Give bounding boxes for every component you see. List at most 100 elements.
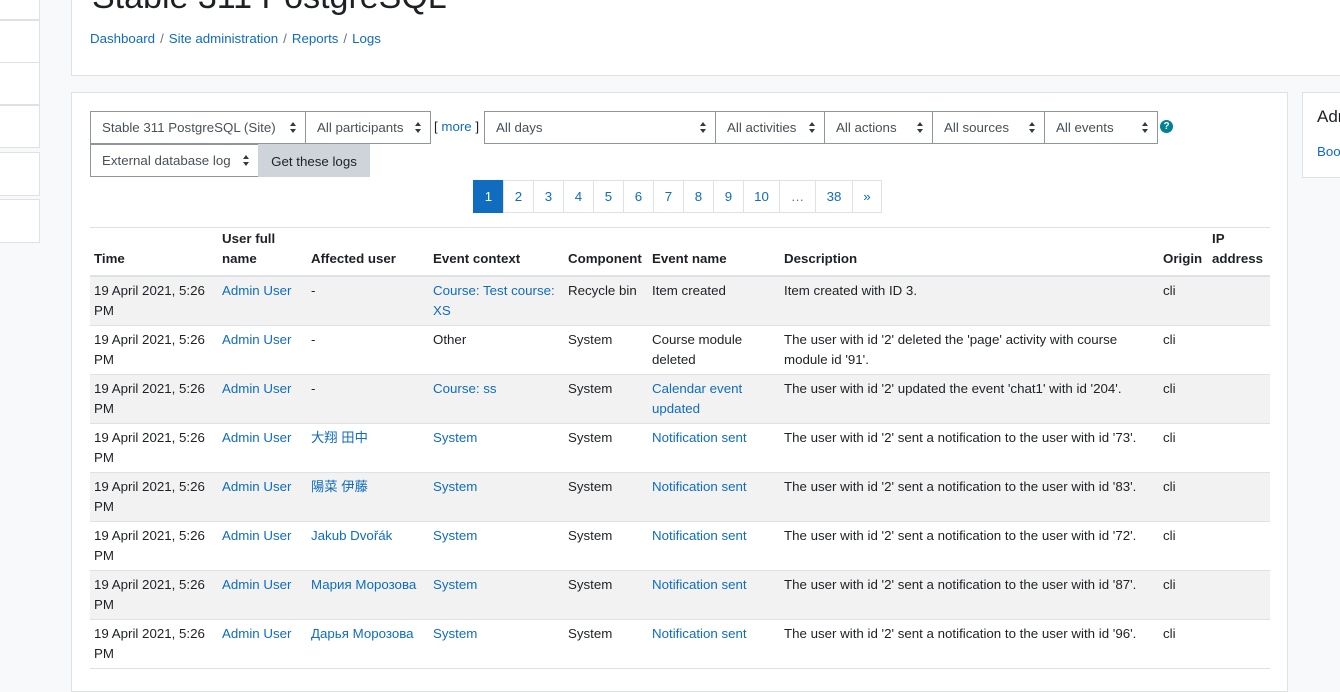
actions-select[interactable]: All actions [824, 111, 933, 144]
page-8[interactable]: 8 [683, 180, 714, 213]
select-arrow-icon [809, 122, 815, 134]
cell-affected-user[interactable]: Jakub Dvořák [311, 526, 392, 546]
cell-description: The user with id '2' sent a notification… [784, 528, 1137, 543]
select-arrow-icon [1142, 122, 1148, 134]
drawer-item[interactable] [0, 0, 40, 20]
participants-select[interactable]: All participants [305, 111, 431, 144]
cell-event-context[interactable]: Course: ss [433, 379, 497, 399]
cell-affected-user[interactable]: 大翔 田中 [311, 428, 368, 448]
site-select-value: Stable 311 PostgreSQL (Site) [102, 120, 276, 135]
help-icon[interactable]: ? [1160, 120, 1173, 133]
header-time[interactable]: Time [94, 249, 125, 269]
more-link[interactable]: more [441, 119, 471, 134]
events-select[interactable]: All events [1044, 111, 1158, 144]
page-7[interactable]: 7 [653, 180, 684, 213]
cell-event-name[interactable]: Notification sent [652, 575, 747, 595]
page-6[interactable]: 6 [623, 180, 654, 213]
site-select[interactable]: Stable 311 PostgreSQL (Site) [90, 111, 306, 144]
table-row: 19 April 2021, 5:26 PM Admin User - Cours… [90, 375, 1270, 424]
select-arrow-icon [917, 122, 923, 134]
drawer-item[interactable] [0, 105, 40, 148]
log-store-select-value: External database log [102, 153, 231, 168]
get-logs-button[interactable]: Get these logs [258, 144, 370, 177]
cell-component: System [568, 479, 613, 494]
cell-user[interactable]: Admin User [222, 330, 291, 350]
days-select[interactable]: All days [484, 111, 716, 144]
page-next[interactable]: » [852, 180, 882, 213]
cell-component: System [568, 626, 613, 641]
sources-select[interactable]: All sources [932, 111, 1045, 144]
cell-affected-user: - [311, 332, 316, 347]
more-bracket-close: ] [475, 119, 480, 134]
cell-origin: cli [1163, 381, 1176, 396]
cell-event-context[interactable]: Course: Test course: XS [433, 281, 555, 321]
cell-event-name[interactable]: Notification sent [652, 477, 747, 497]
cell-time: 19 April 2021, 5:26 PM [94, 479, 205, 514]
table-row: 19 April 2021, 5:26 PM Admin User 大翔 田中 S… [90, 424, 1270, 473]
header-ip-address: IP address [1212, 231, 1263, 266]
cell-description: The user with id '2' sent a notification… [784, 479, 1137, 494]
page-38[interactable]: 38 [815, 180, 853, 213]
drawer-item[interactable] [0, 152, 40, 196]
cell-event-name[interactable]: Calendar event updated [652, 379, 742, 419]
header-event-name: Event name [652, 251, 727, 266]
cell-event-name[interactable]: Notification sent [652, 428, 747, 448]
page-3[interactable]: 3 [533, 180, 564, 213]
page-4[interactable]: 4 [563, 180, 594, 213]
header-user-full-name[interactable]: User full name [222, 229, 275, 269]
cell-event-name[interactable]: Notification sent [652, 526, 747, 546]
table-row: 19 April 2021, 5:26 PM Admin User Дарья М… [90, 620, 1270, 669]
cell-time: 19 April 2021, 5:26 PM [94, 283, 205, 318]
events-select-value: All events [1056, 120, 1114, 135]
page-1[interactable]: 1 [473, 180, 504, 213]
cell-origin: cli [1163, 479, 1176, 494]
cell-event-context[interactable]: System [433, 477, 477, 497]
cell-time: 19 April 2021, 5:26 PM [94, 430, 205, 465]
log-store-select[interactable]: External database log [90, 144, 259, 177]
cell-affected-user[interactable]: Дарья Морозова [311, 624, 414, 644]
cell-event-context: Other [433, 332, 467, 347]
page-5[interactable]: 5 [593, 180, 624, 213]
breadcrumb-reports[interactable]: Reports [292, 31, 339, 46]
cell-user[interactable]: Admin User [222, 526, 291, 546]
table-header: Time User full name Affected user Event c… [90, 228, 1270, 277]
drawer-item[interactable] [0, 62, 40, 105]
table-row: 19 April 2021, 5:26 PM Admin User 陽菜 伊藤 S… [90, 473, 1270, 522]
page-2[interactable]: 2 [503, 180, 534, 213]
header-origin: Origin [1163, 251, 1203, 266]
cell-event-context[interactable]: System [433, 428, 477, 448]
cell-event-context[interactable]: System [433, 575, 477, 595]
pagination: 1 2 3 4 5 6 7 8 9 10 … 38 » [473, 180, 882, 213]
drawer-item[interactable] [0, 199, 40, 243]
breadcrumb: Dashboard / Site administration / Reports / Lo… [90, 31, 381, 46]
page-10[interactable]: 10 [743, 180, 780, 213]
participants-select-value: All participants [317, 120, 404, 135]
sources-select-value: All sources [944, 120, 1010, 135]
logs-table: Time User full name Affected user Event c… [90, 227, 1270, 669]
header-component: Component [568, 251, 642, 266]
cell-user[interactable]: Admin User [222, 379, 291, 399]
cell-event-context[interactable]: System [433, 624, 477, 644]
page-9[interactable]: 9 [713, 180, 744, 213]
select-arrow-icon [415, 122, 421, 134]
activities-select[interactable]: All activities [715, 111, 825, 144]
cell-user[interactable]: Admin User [222, 477, 291, 497]
cell-user[interactable]: Admin User [222, 624, 291, 644]
cell-affected-user[interactable]: Мария Морозова [311, 575, 416, 595]
admin-block-link[interactable]: Boo [1317, 144, 1340, 159]
breadcrumb-dashboard[interactable]: Dashboard [90, 31, 155, 46]
cell-affected-user[interactable]: 陽菜 伊藤 [311, 477, 368, 497]
drawer-item[interactable] [0, 20, 40, 63]
table-row: 19 April 2021, 5:26 PM Admin User Jakub D… [90, 522, 1270, 571]
cell-origin: cli [1163, 577, 1176, 592]
cell-event-name[interactable]: Notification sent [652, 624, 747, 644]
page-title: Stable 311 PostgreSQL [92, 0, 447, 17]
cell-user[interactable]: Admin User [222, 428, 291, 448]
cell-user[interactable]: Admin User [222, 575, 291, 595]
cell-user[interactable]: Admin User [222, 281, 291, 301]
breadcrumb-logs[interactable]: Logs [352, 31, 381, 46]
cell-event-context[interactable]: System [433, 526, 477, 546]
admin-block: Adm Boo [1302, 92, 1340, 178]
breadcrumb-site-administration[interactable]: Site administration [169, 31, 278, 46]
cell-origin: cli [1163, 332, 1176, 347]
